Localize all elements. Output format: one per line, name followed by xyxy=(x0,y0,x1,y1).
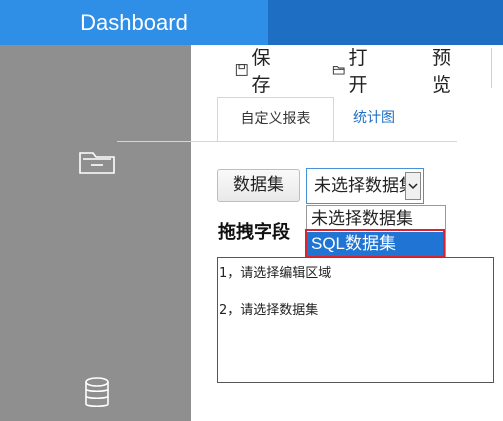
folder-icon xyxy=(332,66,345,75)
preview-button[interactable]: 预览 xyxy=(432,47,451,96)
dataset-button[interactable]: 数据集 xyxy=(217,169,300,202)
dataset-select-value: 未选择数据集 xyxy=(314,176,406,196)
tab-custom-report[interactable]: 自定义报表 xyxy=(217,97,334,142)
tab-bar: 自定义报表 统计图 xyxy=(217,97,457,142)
open-button[interactable]: 打开 xyxy=(332,47,374,96)
dataset-option-sql[interactable]: SQL数据集 xyxy=(307,232,445,256)
folder-open-icon[interactable] xyxy=(77,141,117,181)
dataset-option-none[interactable]: 未选择数据集 xyxy=(307,207,445,231)
database-icon[interactable] xyxy=(77,373,117,413)
instruction-step-2: 2，请选择数据集 xyxy=(219,303,319,318)
sidebar xyxy=(0,45,191,421)
chevron-down-icon[interactable] xyxy=(405,172,421,200)
app-brand[interactable]: Dashboard xyxy=(0,0,268,45)
save-icon xyxy=(235,64,248,76)
tab-statistics-chart[interactable]: 统计图 xyxy=(353,97,395,142)
top-bar: Dashboard xyxy=(0,0,503,45)
tab-divider xyxy=(117,141,457,142)
save-button[interactable]: 保存 xyxy=(235,47,277,96)
dataset-dropdown-list: 未选择数据集 SQL数据集 xyxy=(306,205,446,257)
toolbar-divider xyxy=(491,48,492,88)
preview-label: 预览 xyxy=(432,47,452,96)
save-label: 保存 xyxy=(251,47,271,96)
instructions-panel: 1，请选择编辑区域 2，请选择数据集 xyxy=(217,257,494,383)
open-label: 打开 xyxy=(348,47,368,96)
instruction-step-1: 1，请选择编辑区域 xyxy=(219,266,332,281)
drag-fields-title: 拖拽字段 xyxy=(218,222,290,243)
dataset-select[interactable]: 未选择数据集 xyxy=(306,168,424,204)
